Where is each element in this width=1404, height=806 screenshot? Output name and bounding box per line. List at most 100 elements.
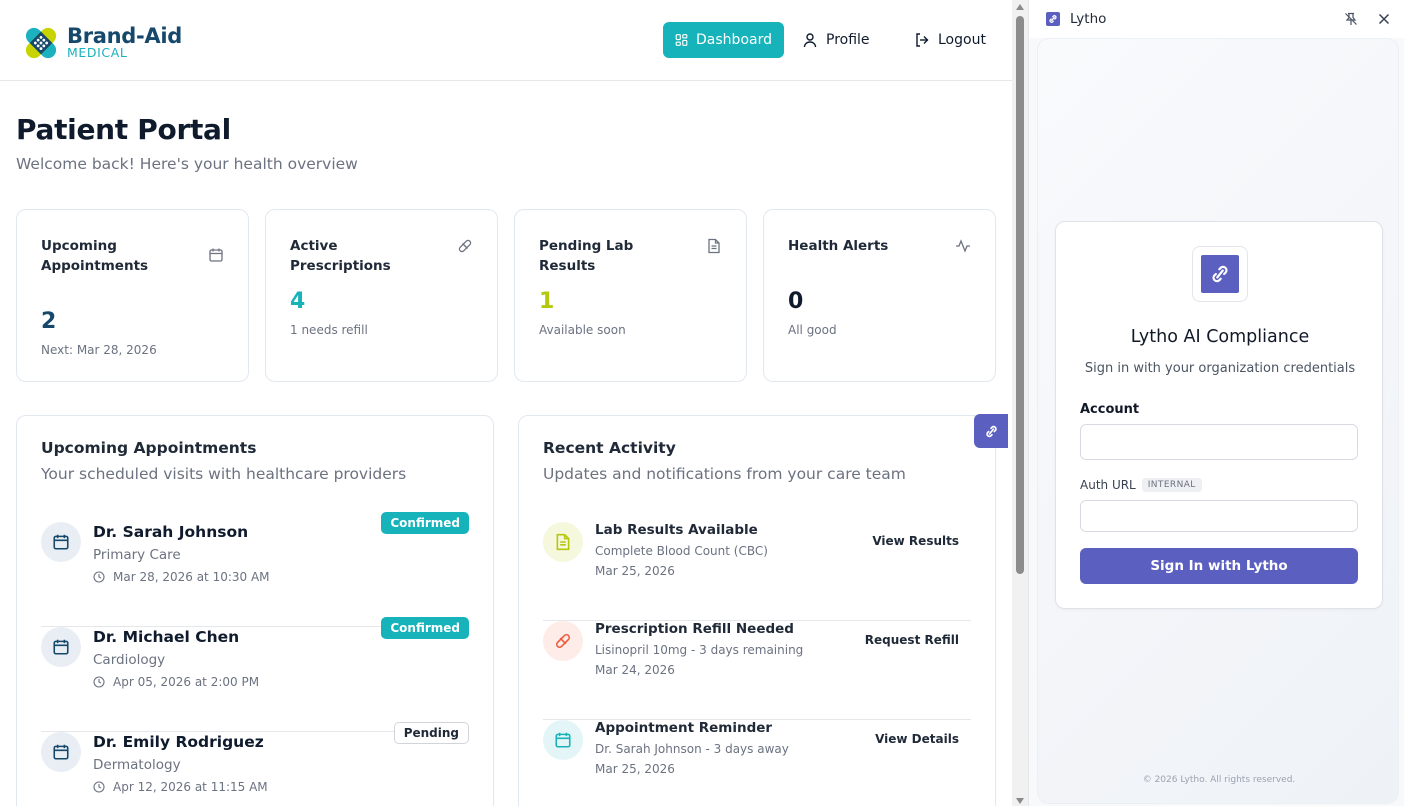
page-title: Patient Portal [16,113,231,146]
stat-value: 1 [539,289,555,314]
close-icon[interactable] [1377,12,1391,26]
unpin-icon[interactable] [1344,12,1358,26]
view-results-button[interactable]: View Results [872,529,959,553]
stat-title: Upcoming Appointments [41,238,149,274]
appointment-time-text: Mar 28, 2026 at 10:30 AM [113,570,270,584]
side-panel-header: Lytho [1029,0,1404,38]
account-input[interactable] [1080,424,1358,460]
nav-dashboard-button[interactable]: Dashboard [663,22,784,58]
logout-icon [916,33,929,47]
panel-subtitle: Your scheduled visits with healthcare pr… [41,465,407,483]
appointment-item[interactable]: Dr. Sarah Johnson Primary Care Mar 28, 2… [41,512,469,627]
scroll-down-arrow-icon[interactable] [1016,798,1024,804]
stat-note: Next: Mar 28, 2026 [41,343,157,357]
pill-icon [543,621,583,661]
calendar-icon [543,720,583,760]
stat-title: Health Alerts [788,238,889,254]
signin-title: Lytho AI Compliance [1130,327,1310,347]
lytho-launcher-button[interactable] [974,414,1008,448]
scroll-up-arrow-icon[interactable] [1016,4,1024,10]
side-panel-title: Lytho [1070,11,1107,27]
activity-description: Dr. Sarah Johnson - 3 days away [595,742,789,756]
appointment-time: Mar 28, 2026 at 10:30 AM [93,570,270,584]
appointment-time: Apr 12, 2026 at 11:15 AM [93,780,268,794]
activity-title: Prescription Refill Needed [595,621,794,637]
clock-icon [93,781,105,793]
doctor-name: Dr. Emily Rodriguez [93,733,264,751]
auth-url-label: Auth URL INTERNAL [1080,478,1202,492]
stat-card-health-alerts: Health Alerts 0 All good [763,209,996,382]
doctor-name: Dr. Sarah Johnson [93,523,249,541]
appointment-item[interactable]: Dr. Michael Chen Cardiology Apr 05, 2026… [41,617,469,732]
lytho-side-panel: Lytho Lytho AI Compliance Sign in with y… [1028,0,1404,806]
side-panel-body: Lytho AI Compliance Sign in with your or… [1037,38,1399,804]
appointment-time: Apr 05, 2026 at 2:00 PM [93,675,259,689]
status-badge: Pending [393,722,469,744]
nav-profile-button[interactable]: Profile [790,22,890,58]
doctor-name: Dr. Michael Chen [93,628,240,646]
calendar-icon [41,627,81,667]
activity-date: Mar 24, 2026 [595,663,675,677]
nav-dashboard-label: Dashboard [696,32,772,48]
activity-date: Mar 25, 2026 [595,762,675,776]
activity-item: Appointment Reminder Dr. Sarah Johnson -… [543,720,971,806]
activity-icon [956,239,970,253]
stat-note: All good [788,323,837,337]
request-refill-button[interactable]: Request Refill [865,628,959,652]
appointment-time-text: Apr 05, 2026 at 2:00 PM [113,675,260,689]
brand-subtitle: MEDICAL [67,45,128,60]
activity-description: Complete Blood Count (CBC) [595,544,768,558]
stat-card-prescriptions: Active Prescriptions 4 1 needs refill [265,209,498,382]
document-icon [708,238,720,254]
panel-subtitle: Updates and notifications from your care… [543,465,906,483]
stat-value: 2 [41,309,57,334]
stat-note: Available soon [539,323,626,337]
lytho-logo-icon [985,425,997,437]
doctor-specialty: Primary Care [93,547,181,563]
calendar-icon [41,732,81,772]
appointment-time-text: Apr 12, 2026 at 11:15 AM [113,780,268,794]
stat-card-lab-results: Pending Lab Results 1 Available soon [514,209,747,382]
signin-card: Lytho AI Compliance Sign in with your or… [1055,221,1383,609]
patient-portal-app: Brand-Aid MEDICAL Dashboard Profile Logo… [0,0,1012,806]
pill-icon [458,239,472,253]
page-subtitle: Welcome back! Here's your health overvie… [16,155,358,173]
view-details-button[interactable]: View Details [875,727,959,751]
auth-url-label-text: Auth URL [1080,478,1136,492]
account-label: Account [1080,402,1140,417]
stat-value: 4 [290,289,306,314]
scrollbar-thumb[interactable] [1016,16,1024,574]
stat-note: 1 needs refill [290,323,368,337]
doctor-specialty: Dermatology [93,757,181,773]
status-badge: Confirmed [381,617,469,639]
lytho-logo-icon [1212,265,1228,283]
appointment-item[interactable]: Dr. Emily Rodriguez Dermatology Apr 12, … [41,722,469,806]
activity-item: Lab Results Available Complete Blood Cou… [543,522,971,621]
brand-logo-icon[interactable] [20,22,62,64]
nav-logout-label: Logout [938,32,986,48]
panel-title: Recent Activity [543,439,676,457]
nav-profile-label: Profile [826,32,870,48]
activity-title: Appointment Reminder [595,720,773,736]
status-badge: Confirmed [381,512,469,534]
clock-icon [93,571,105,583]
lytho-logo-icon [1046,12,1060,26]
page-scrollbar[interactable] [1012,0,1028,806]
calendar-icon [41,522,81,562]
activity-title: Lab Results Available [595,522,758,538]
clock-icon [93,676,105,688]
stat-card-appointments: Upcoming Appointments 2 Next: Mar 28, 20… [16,209,249,382]
top-navbar: Brand-Aid MEDICAL Dashboard Profile Logo… [0,0,1012,81]
dashboard-grid-icon [675,34,688,46]
nav-logout-button[interactable]: Logout [902,22,1002,58]
signin-button[interactable]: Sign In with Lytho [1080,548,1358,584]
lytho-app-logo [1192,246,1248,302]
panel-title: Upcoming Appointments [41,439,257,457]
user-icon [803,33,817,48]
signin-subtitle: Sign in with your organization credentia… [1084,361,1356,376]
appointments-panel: Upcoming Appointments Your scheduled vis… [16,415,494,806]
auth-url-input[interactable] [1080,500,1358,532]
calendar-icon [209,248,223,262]
recent-activity-panel: Recent Activity Updates and notification… [518,415,996,806]
internal-tag: INTERNAL [1141,478,1202,492]
